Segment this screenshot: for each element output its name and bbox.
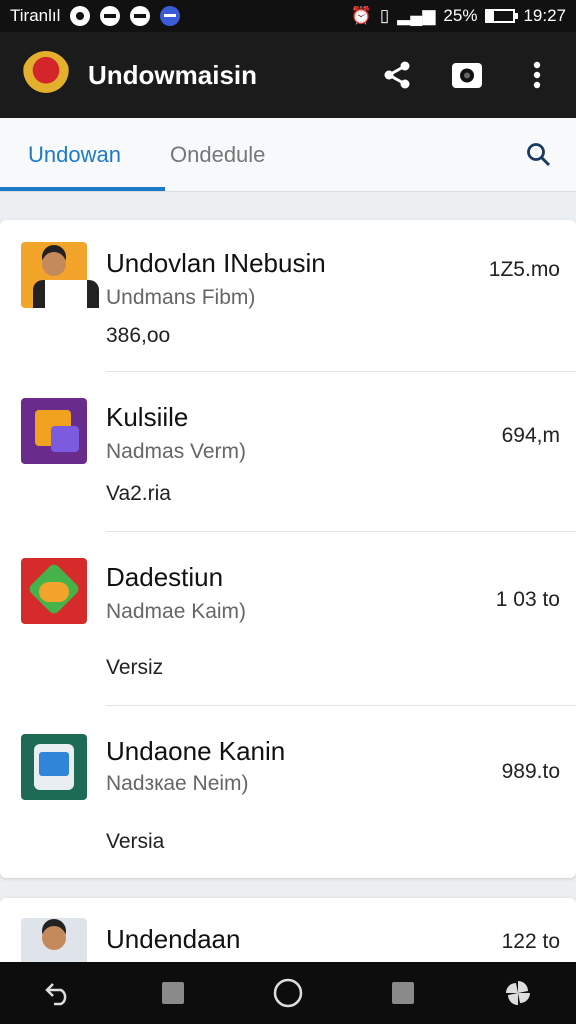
signal-icon: ▂▄▆ [397,6,436,25]
battery-icon [485,9,519,23]
item-subtitle: Nadзкae Neim) [106,772,249,795]
play-app-icon [21,558,87,624]
vibrate-icon: ▯ [379,6,390,25]
person-avatar-icon [21,242,99,308]
list-item[interactable]: Undaone Kanin Nadзкae Neim) Versia 989.t… [0,706,576,878]
alarm-icon: ⏰ [350,6,372,25]
camera-icon[interactable] [450,58,484,92]
chat-app-icon [21,398,87,464]
navigation-bar [0,962,576,1024]
carrier-label: Tiranlıl [10,6,61,25]
item-size: 1Z5.mo [488,258,560,281]
item-name: Dadestiun [106,562,224,592]
item-size: 122 to [501,930,560,953]
search-icon[interactable] [522,138,556,172]
tab-undowan[interactable]: Undowan [0,118,165,191]
item-name: Kulsiile [106,402,189,432]
item-version: Versia [106,830,165,853]
list-item[interactable]: Undovlan INebusin Undmans Fibm) 386,oo 1… [0,220,576,372]
pinwheel-icon[interactable] [498,973,538,1013]
item-version: Va2.ria [106,482,171,505]
notification-icon [130,6,151,26]
recents-square-icon[interactable] [383,973,423,1013]
tab-bar: Undowan Ondedule [0,118,576,192]
browser-app-icon [21,734,87,800]
item-size: 694,m [501,424,560,447]
notification-icon [100,6,121,26]
list-item[interactable]: Kulsiile Nadmas Verm) Va2.ria 694,m [0,372,576,532]
app-title: Undowmaisin [88,59,258,90]
item-name: Undovlan INebusin [106,248,326,278]
back-icon[interactable] [38,973,78,1013]
share-icon[interactable] [380,58,414,92]
item-subtitle: Nadmas Verm) [106,440,247,463]
item-subtitle: Undmans Fibm) [106,286,256,309]
clock: 19:27 [523,6,566,25]
square-icon[interactable] [153,973,193,1013]
more-vert-icon[interactable] [520,58,554,92]
item-size: 1 03 to [495,588,560,611]
home-circle-icon[interactable] [268,973,308,1013]
download-list-card: Undovlan INebusin Undmans Fibm) 386,oo 1… [0,220,576,878]
item-version: Versiz [106,656,164,679]
app-bar: Undowmaisin [0,32,576,118]
item-version: 386,oo [106,324,171,347]
item-name: Undendaan [106,924,241,954]
status-bar: Tiranlıl ⏰ ▯ ▂▄▆ 25% 19:27 [0,0,576,32]
item-name: Undaone Kanin [106,736,286,766]
item-size: 989.to [501,760,560,783]
battery-percent: 25% [443,6,478,25]
tab-ondedule[interactable]: Ondedule [165,118,265,191]
list-item[interactable]: Dadestiun Nadmae Kaim) Versiz 1 03 to [0,532,576,706]
notification-icon [70,6,91,26]
notification-icon [160,6,181,26]
item-subtitle: Nadmae Kaim) [106,600,247,623]
garuda-logo-icon [22,51,70,99]
